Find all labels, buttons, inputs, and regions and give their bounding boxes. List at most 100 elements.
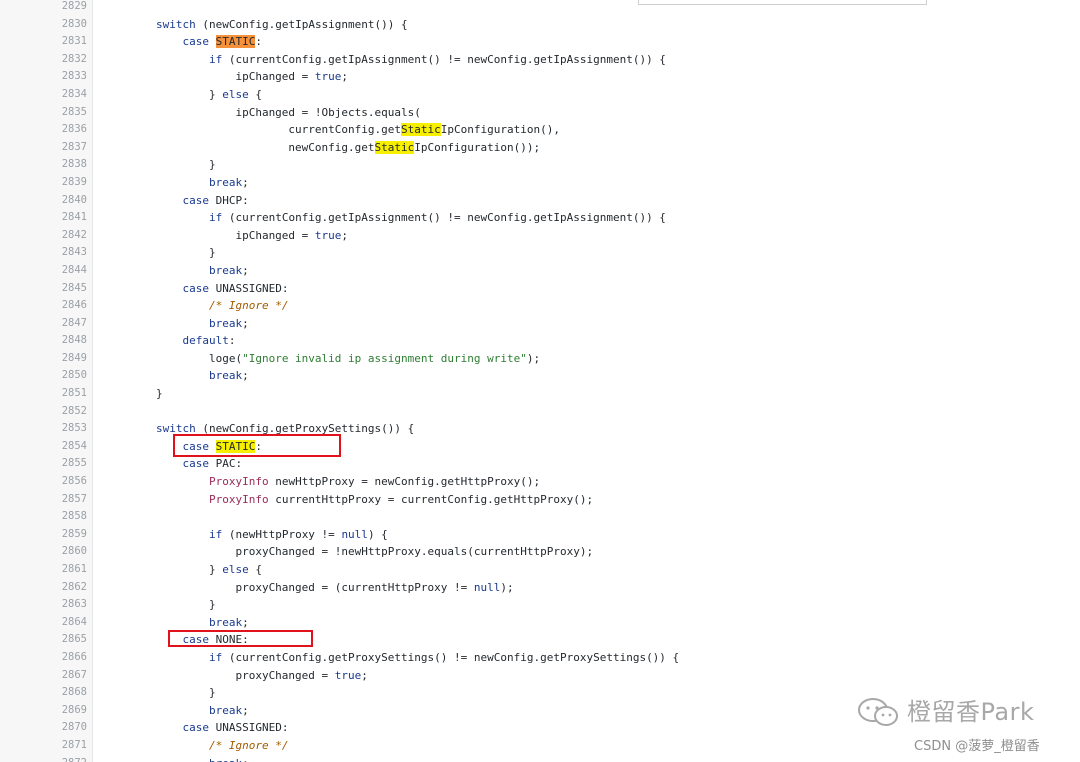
line-number: 2832 (61, 52, 87, 65)
code-token: break (208, 263, 243, 277)
code-text: break; (103, 367, 249, 385)
line-number: 2852 (61, 404, 87, 417)
code-token: (currentConfig.getProxySettings() != new… (222, 650, 680, 664)
code-token: switch (155, 17, 196, 31)
code-line: 2857 ProxyInfo currentHttpProxy = curren… (0, 491, 1080, 509)
code-text: ipChanged = true; (103, 227, 348, 245)
code-token: ProxyInfo (208, 492, 269, 506)
code-line: 2839 break; (0, 174, 1080, 192)
code-token: break (208, 175, 243, 189)
line-number: 2856 (61, 475, 87, 488)
code-line: 2833 ipChanged = true; (0, 68, 1080, 86)
code-token: case (182, 439, 209, 453)
line-number: 2839 (61, 175, 87, 188)
code-token: case (182, 35, 209, 49)
line-number: 2829 (61, 0, 87, 12)
code-line: 2836 currentConfig.getStaticIpConfigurat… (0, 121, 1080, 139)
code-line: 2858 (0, 508, 1080, 526)
code-token: UNASSIGNED: (208, 281, 289, 295)
line-number: 2872 (0, 755, 87, 762)
line-number: 2858 (61, 510, 87, 523)
code-token: currentHttpProxy = currentConfig.getHttp… (268, 492, 594, 506)
line-number: 2840 (61, 193, 87, 206)
line-number: 2866 (61, 650, 87, 663)
code-line: 2861 } else { (0, 561, 1080, 579)
code-line: 2867 proxyChanged = true; (0, 667, 1080, 685)
code-line: 2848 default: (0, 332, 1080, 350)
code-token: case (182, 457, 209, 471)
line-number: 2830 (61, 17, 87, 30)
search-match: STATIC (215, 439, 256, 453)
code-token: loge( (103, 351, 243, 365)
code-token: NONE: (208, 633, 249, 647)
line-number: 2851 (61, 387, 87, 400)
code-token: ; (361, 668, 368, 682)
code-token: ; (242, 615, 249, 629)
code-text: case STATIC: (103, 33, 262, 51)
code-token: if (208, 52, 223, 66)
code-text: if (currentConfig.getIpAssignment() != n… (103, 209, 666, 227)
line-number: 2848 (61, 334, 87, 347)
code-line: 2835 ipChanged = !Objects.equals( (0, 104, 1080, 122)
find-bar[interactable] (638, 0, 927, 5)
line-number: 2844 (61, 263, 87, 276)
code-viewer[interactable]: 2829 2830 switch (newConfig.getIpAssignme… (0, 0, 1080, 762)
code-text: case STATIC: (103, 438, 262, 456)
code-line: 2843 } (0, 244, 1080, 262)
code-text: break; (103, 702, 249, 720)
code-token: break (209, 757, 242, 762)
line-number: 2857 (61, 492, 87, 505)
code-token: : (228, 334, 236, 348)
code-token: (newHttpProxy != (222, 527, 342, 541)
code-token: switch (155, 422, 196, 436)
code-token: break (208, 615, 243, 629)
code-text: case NONE: (103, 631, 249, 649)
code-text: case UNASSIGNED: (103, 719, 288, 737)
code-token: (currentConfig.getIpAssignment() != newC… (222, 52, 666, 66)
line-number: 2863 (61, 598, 87, 611)
code-token: : (255, 35, 262, 49)
code-token: ); (500, 580, 514, 594)
code-line: 2855 case PAC: (0, 455, 1080, 473)
code-token: } (103, 598, 216, 612)
code-text: break; (103, 755, 249, 762)
code-line: 2862 proxyChanged = (currentHttpProxy !=… (0, 579, 1080, 597)
code-token: } (103, 87, 223, 101)
code-token: ; (242, 369, 249, 383)
code-text: case PAC: (103, 455, 242, 473)
code-token: } (103, 686, 216, 700)
code-token: (newConfig.getIpAssignment()) { (195, 17, 408, 31)
code-token: proxyChanged = !newHttpProxy.equals(curr… (103, 545, 594, 559)
code-token: "Ignore invalid ip assignment during wri… (242, 351, 527, 365)
code-text: } (103, 385, 163, 403)
line-number: 2864 (61, 615, 87, 628)
code-token: if (208, 211, 223, 225)
code-token: true (334, 668, 362, 682)
line-number: 2862 (61, 580, 87, 593)
code-text: if (currentConfig.getProxySettings() != … (103, 649, 679, 667)
code-text: ipChanged = !Objects.equals( (103, 104, 420, 122)
code-line: 2837 newConfig.getStaticIpConfiguration(… (0, 139, 1080, 157)
line-number: 2841 (61, 211, 87, 224)
code-token: newConfig.get (103, 140, 375, 154)
watermark: 橙留香Park (855, 695, 1075, 731)
code-line: 2860 proxyChanged = !newHttpProxy.equals… (0, 543, 1080, 561)
code-token: ; (242, 316, 249, 330)
line-number: 2835 (61, 105, 87, 118)
code-token: ; (242, 703, 249, 717)
code-text: ProxyInfo currentHttpProxy = currentConf… (103, 491, 593, 509)
wechat-bubble-icon (858, 698, 898, 726)
code-token: null (341, 527, 368, 541)
code-token: if (208, 527, 223, 541)
code-text: } (103, 244, 216, 262)
